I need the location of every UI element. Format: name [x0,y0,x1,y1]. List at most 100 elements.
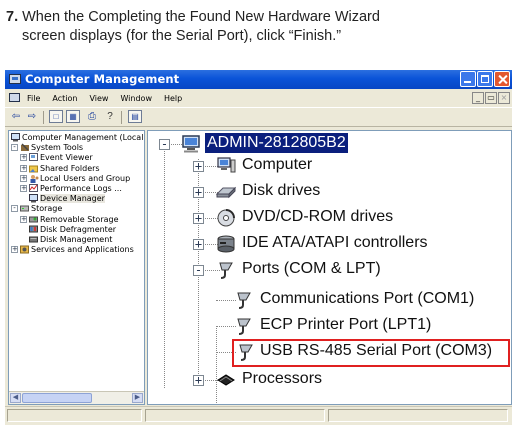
shared-folders-icon [29,164,39,173]
menu-window[interactable]: Window [120,94,152,103]
performance-icon [29,183,39,193]
device-category-label[interactable]: Disk drives [242,181,320,201]
expand-toggle[interactable]: + [193,160,204,172]
title-bar[interactable]: Computer Management [5,70,512,89]
system-tools-icon [20,143,30,152]
scroll-left-arrow-icon[interactable]: ◀ [10,393,21,403]
collapse-toggle[interactable]: - [159,138,170,150]
instruction-line-2: screen displays (for the Serial Port), c… [22,28,342,44]
status-bar [5,406,512,425]
services-icon [20,245,30,254]
tree-item-label: Computer Management (Local [22,133,144,142]
processor-icon [216,371,236,389]
device-category-label[interactable]: DVD/CD-ROM drives [242,207,393,227]
expand-toggle[interactable]: + [20,164,27,172]
collapse-toggle[interactable]: - [193,264,204,276]
computer-name-root[interactable]: ADMIN-2812805B2 [205,133,348,153]
help-icon[interactable]: ? [103,110,117,123]
expand-toggle[interactable]: + [20,215,27,223]
tree-item-label: Local Users and Group [40,173,131,183]
menu-bar: File Action View Window Help _ ▭ × [5,90,512,107]
window-controls [460,71,510,87]
expand-toggle[interactable]: + [193,212,204,224]
forward-arrow-icon[interactable]: ⇨ [25,110,39,123]
computer-root-icon [182,135,202,153]
expand-toggle[interactable]: + [193,238,204,250]
status-segment [328,409,508,422]
port-icon [234,291,254,309]
print-icon[interactable]: ⎙ [85,110,99,123]
window-title: Computer Management [25,72,180,86]
tree-item-label: System Tools [31,143,84,153]
instruction-text: 7. When the Completing the Found New Har… [6,8,506,46]
disk-management-icon [29,235,39,244]
device-manager-icon [29,194,39,203]
toolbar-separator [43,111,44,124]
expand-toggle[interactable]: + [193,186,204,198]
system-menu-icon[interactable] [9,93,20,102]
device-tree-pane[interactable]: - ADMIN-2812805B2 + Computer + Disk driv… [147,130,512,405]
port-icon [236,343,256,361]
device-category-label[interactable]: Ports (COM & LPT) [242,259,381,279]
tree-item-label: Device Manager [40,194,105,204]
users-icon [29,174,39,183]
mdi-restore-button[interactable]: ▭ [485,92,497,104]
port-icon [234,317,254,335]
tree-connector [216,328,217,403]
ide-controller-icon [216,235,236,253]
mdi-controls: _ ▭ × [472,92,510,104]
close-button[interactable] [494,71,510,87]
disk-drive-icon [215,183,237,201]
menu-help[interactable]: Help [164,94,182,103]
expand-toggle[interactable]: + [11,246,18,254]
instruction-line-1-text: When the Completing the Found New Hardwa… [22,9,380,25]
status-segment [7,409,142,422]
scrollbar-thumb[interactable] [22,393,92,403]
menu-file[interactable]: File [27,94,40,103]
tree-item-label: Event Viewer [40,153,93,163]
expand-toggle[interactable]: + [20,174,27,182]
up-folder-icon[interactable]: □ [49,110,63,123]
computer-icon [216,157,236,175]
collapse-toggle[interactable]: - [11,205,18,213]
scroll-right-arrow-icon[interactable]: ▶ [132,393,143,403]
menu-action[interactable]: Action [52,94,77,103]
expand-toggle[interactable]: + [193,374,204,386]
tree-item-label: Services and Applications [31,245,134,255]
event-viewer-icon [29,153,39,162]
tree-item-label: Removable Storage [40,214,119,224]
mdi-minimize-button[interactable]: _ [472,92,484,104]
tree-connector [216,326,236,327]
minimize-button[interactable] [460,71,476,87]
instruction-line-1: 7. When the Completing the Found New Har… [6,8,506,27]
tree-connector [216,300,236,301]
cdrom-icon [216,209,236,227]
tree-item-label: Performance Logs ... [40,183,122,193]
expand-toggle[interactable]: + [20,154,27,162]
tree-item-label: Shared Folders [40,163,100,173]
usb-serial-port-label[interactable]: USB RS-485 Serial Port (COM3) [260,341,492,361]
toolbar: ⇦ ⇨ □ ▦ ⎙ ? ▤ [5,107,512,127]
expand-toggle[interactable]: + [20,184,27,192]
back-arrow-icon[interactable]: ⇦ [9,110,23,123]
computer-management-icon [11,133,21,142]
computer-management-app-icon[interactable] [9,74,21,84]
horizontal-scrollbar[interactable]: ◀ ▶ [9,391,144,404]
maximize-button[interactable] [477,71,493,87]
properties-icon[interactable]: ▤ [128,110,142,123]
collapse-toggle[interactable]: - [11,144,18,152]
status-segment [145,409,325,422]
port-icon [216,261,236,279]
tree-item-label: Disk Management [40,234,113,244]
menu-view[interactable]: View [89,94,108,103]
device-label[interactable]: Communications Port (COM1) [260,289,474,309]
device-category-label[interactable]: Processors [242,369,322,389]
removable-storage-icon [29,215,39,224]
device-category-label[interactable]: IDE ATA/ATAPI controllers [242,233,428,253]
mdi-close-button[interactable]: × [498,92,510,104]
show-hide-tree-icon[interactable]: ▦ [66,110,80,123]
device-category-label[interactable]: Computer [242,155,312,175]
console-tree-pane[interactable]: Computer Management (Local - System Tool… [8,130,145,405]
device-label[interactable]: ECP Printer Port (LPT1) [260,315,431,335]
step-number: 7. [6,9,19,25]
